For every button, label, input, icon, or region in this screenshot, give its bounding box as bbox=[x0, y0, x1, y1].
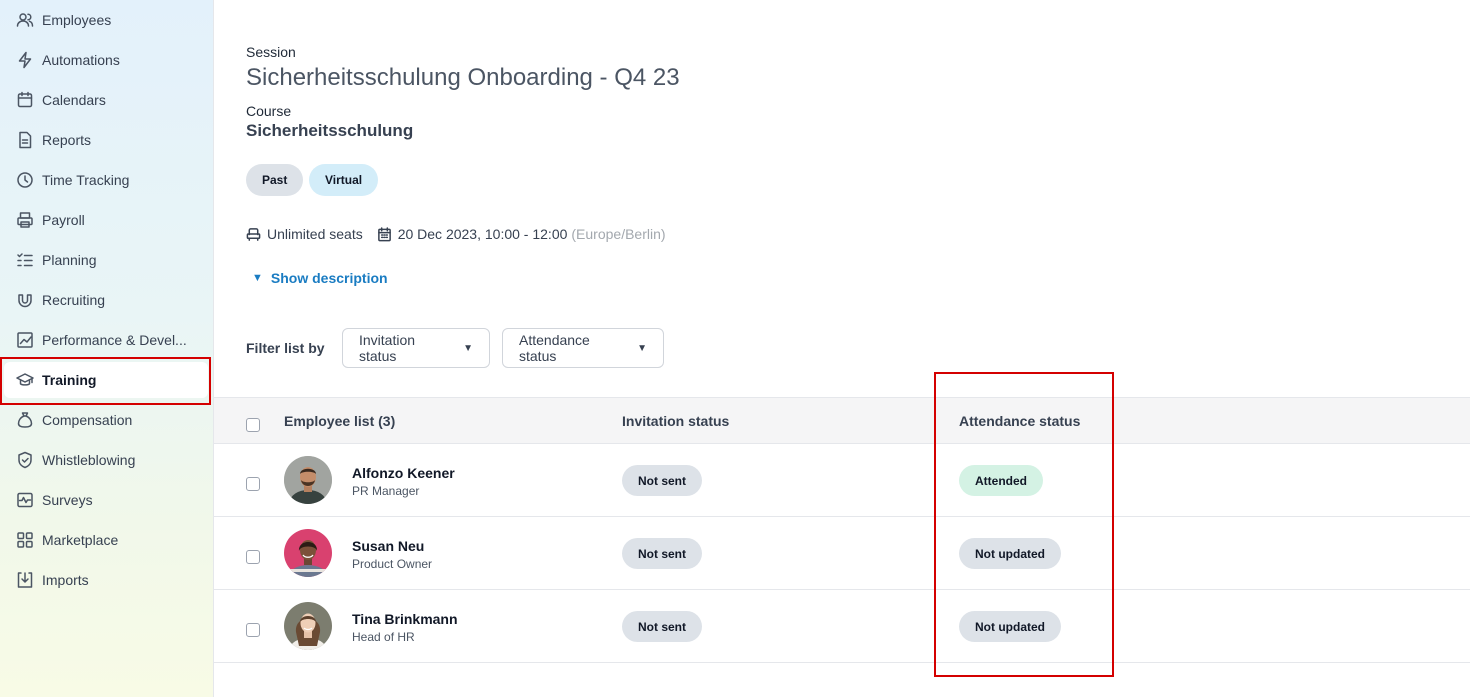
date-info: 20 Dec 2023, 10:00 - 12:00 (Europe/Berli… bbox=[377, 226, 666, 242]
invitation-status-filter[interactable]: Invitation status ▼ bbox=[342, 328, 490, 368]
bolt-icon bbox=[16, 51, 34, 69]
sidebar-item-label: Planning bbox=[42, 252, 97, 268]
shield-icon bbox=[16, 451, 34, 469]
printer-icon bbox=[16, 211, 34, 229]
sidebar-item-reports[interactable]: Reports bbox=[4, 122, 208, 158]
status-badge-virtual: Virtual bbox=[309, 164, 379, 196]
sidebar-item-payroll[interactable]: Payroll bbox=[4, 202, 208, 238]
employee-role: Product Owner bbox=[352, 557, 433, 571]
table-row[interactable]: Alfonzo Keener PR Manager Not sent Atten… bbox=[214, 444, 1470, 517]
employee-role: PR Manager bbox=[352, 484, 420, 498]
sidebar-item-recruiting[interactable]: Recruiting bbox=[4, 282, 208, 318]
sidebar-item-automations[interactable]: Automations bbox=[4, 42, 208, 78]
select-all-checkbox[interactable] bbox=[246, 418, 260, 432]
sidebar-item-label: Whistleblowing bbox=[42, 452, 136, 468]
session-meta: Unlimited seats 20 Dec 2023, 10:00 - 12:… bbox=[246, 226, 680, 242]
grid-icon bbox=[16, 531, 34, 549]
main-content: Session Sicherheitsschulung Onboarding -… bbox=[214, 0, 1470, 697]
row-checkbox[interactable] bbox=[246, 550, 260, 564]
attendance-status-badge: Not updated bbox=[959, 611, 1061, 642]
timezone-text: (Europe/Berlin) bbox=[571, 226, 666, 242]
sidebar-item-whistleblowing[interactable]: Whistleblowing bbox=[4, 442, 208, 478]
invitation-status-badge: Not sent bbox=[622, 538, 702, 569]
employee-name: Susan Neu bbox=[352, 538, 425, 554]
invitation-status-badge: Not sent bbox=[622, 465, 702, 496]
filter-label: Filter list by bbox=[246, 340, 325, 356]
show-description-link[interactable]: ▼ Show description bbox=[252, 270, 388, 286]
sidebar-item-label: Time Tracking bbox=[42, 172, 130, 188]
attendance-status-filter[interactable]: Attendance status ▼ bbox=[502, 328, 664, 368]
sidebar-item-label: Imports bbox=[42, 572, 89, 588]
graduation-cap-icon bbox=[16, 371, 34, 389]
employee-name: Tina Brinkmann bbox=[352, 611, 458, 627]
money-bag-icon bbox=[16, 411, 34, 429]
chevron-down-icon: ▼ bbox=[252, 272, 263, 284]
sidebar-item-surveys[interactable]: Surveys bbox=[4, 482, 208, 518]
invitation-filter-label: Invitation status bbox=[359, 332, 416, 364]
calendar-icon bbox=[377, 226, 392, 242]
invitation-status-badge: Not sent bbox=[622, 611, 702, 642]
sidebar-item-training[interactable]: Training bbox=[4, 362, 208, 398]
sidebar-item-planning[interactable]: Planning bbox=[4, 242, 208, 278]
import-icon bbox=[16, 571, 34, 589]
sidebar-item-label: Employees bbox=[42, 12, 112, 28]
avatar bbox=[284, 456, 332, 504]
users-icon bbox=[16, 11, 34, 29]
table-row[interactable]: Tina Brinkmann Head of HR Not sent Not u… bbox=[214, 590, 1470, 663]
sidebar-item-imports[interactable]: Imports bbox=[4, 562, 208, 598]
employee-name: Alfonzo Keener bbox=[352, 465, 455, 481]
employee-role: Head of HR bbox=[352, 630, 415, 644]
sidebar-item-marketplace[interactable]: Marketplace bbox=[4, 522, 208, 558]
document-icon bbox=[16, 131, 34, 149]
row-checkbox[interactable] bbox=[246, 477, 260, 491]
avatar bbox=[284, 602, 332, 650]
show-description-label: Show description bbox=[270, 270, 388, 286]
page-title: Sicherheitsschulung Onboarding - Q4 23 bbox=[246, 64, 680, 91]
column-employee-list: Employee list (3) bbox=[284, 413, 396, 429]
attendance-status-badge: Not updated bbox=[959, 538, 1061, 569]
sidebar-item-compensation[interactable]: Compensation bbox=[4, 402, 208, 438]
chevron-down-icon: ▼ bbox=[463, 342, 473, 354]
status-badge-past: Past bbox=[246, 164, 304, 196]
sidebar: Employees Automations Calendars Reports … bbox=[0, 0, 214, 697]
course-label: Course bbox=[246, 103, 292, 119]
session-label: Session bbox=[246, 44, 296, 60]
sidebar-item-label: Recruiting bbox=[42, 292, 106, 308]
attendance-status-badge: Attended bbox=[959, 465, 1043, 496]
seats-text: Unlimited seats bbox=[267, 226, 363, 242]
avatar bbox=[284, 529, 332, 577]
course-name: Sicherheitsschulung bbox=[246, 121, 414, 140]
column-attendance-status: Attendance status bbox=[959, 413, 1081, 429]
sidebar-item-time-tracking[interactable]: Time Tracking bbox=[4, 162, 208, 198]
list-check-icon bbox=[16, 251, 34, 269]
attendance-filter-label: Attendance status bbox=[519, 332, 590, 364]
column-invitation-status: Invitation status bbox=[622, 413, 730, 429]
sidebar-item-label: Calendars bbox=[42, 92, 106, 108]
pulse-icon bbox=[16, 491, 34, 509]
sidebar-item-label: Surveys bbox=[42, 492, 93, 508]
calendar-icon bbox=[16, 91, 34, 109]
sidebar-item-label: Automations bbox=[42, 52, 120, 68]
seats-info: Unlimited seats bbox=[246, 226, 363, 242]
sidebar-item-label: Reports bbox=[42, 132, 92, 148]
sidebar-item-label: Marketplace bbox=[42, 532, 119, 548]
table-row[interactable]: Susan Neu Product Owner Not sent Not upd… bbox=[214, 517, 1470, 590]
sidebar-item-calendars[interactable]: Calendars bbox=[4, 82, 208, 118]
table-header: Employee list (3) Invitation status Atte… bbox=[214, 397, 1470, 444]
date-text: 20 Dec 2023, 10:00 - 12:00 bbox=[397, 226, 568, 242]
chart-icon bbox=[16, 331, 34, 349]
sidebar-item-label: Training bbox=[42, 372, 97, 388]
sidebar-item-label: Performance & Devel... bbox=[42, 332, 187, 348]
row-checkbox[interactable] bbox=[246, 623, 260, 637]
sidebar-item-label: Compensation bbox=[42, 412, 133, 428]
sidebar-item-employees[interactable]: Employees bbox=[4, 2, 208, 38]
sidebar-item-performance[interactable]: Performance & Devel... bbox=[4, 322, 208, 358]
chevron-down-icon: ▼ bbox=[637, 342, 647, 354]
sidebar-item-label: Payroll bbox=[42, 212, 85, 228]
magnet-icon bbox=[16, 291, 34, 309]
seat-icon bbox=[246, 227, 261, 242]
clock-icon bbox=[16, 171, 34, 189]
